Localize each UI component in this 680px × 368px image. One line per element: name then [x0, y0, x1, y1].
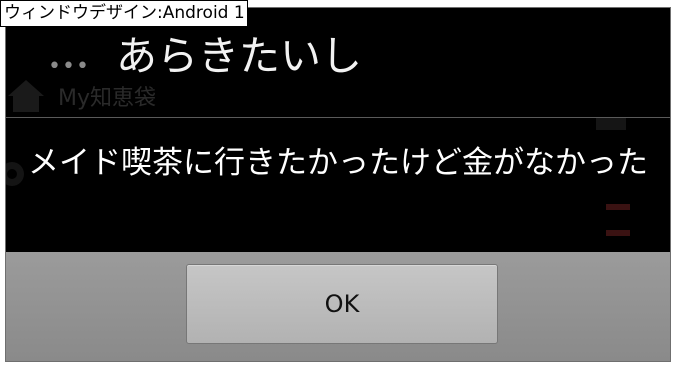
window-caption-label: ウィンドウデザイン:Android 1 [0, 0, 248, 27]
dialog-message: メイド喫茶に行きたかったけど金がなかった [28, 145, 648, 181]
ok-button[interactable]: OK [186, 264, 498, 344]
ellipsis-icon: ••• [48, 54, 90, 79]
title-divider [6, 117, 670, 118]
android-window: My知恵袋 ••• あらきたいし メイド喫茶に行きたかったけど金がなかった OK [5, 7, 671, 362]
alert-dialog: ••• あらきたいし メイド喫茶に行きたかったけど金がなかった OK [6, 8, 670, 361]
dialog-title: あらきたいし [116, 32, 362, 80]
dialog-button-bar: OK [6, 252, 670, 361]
